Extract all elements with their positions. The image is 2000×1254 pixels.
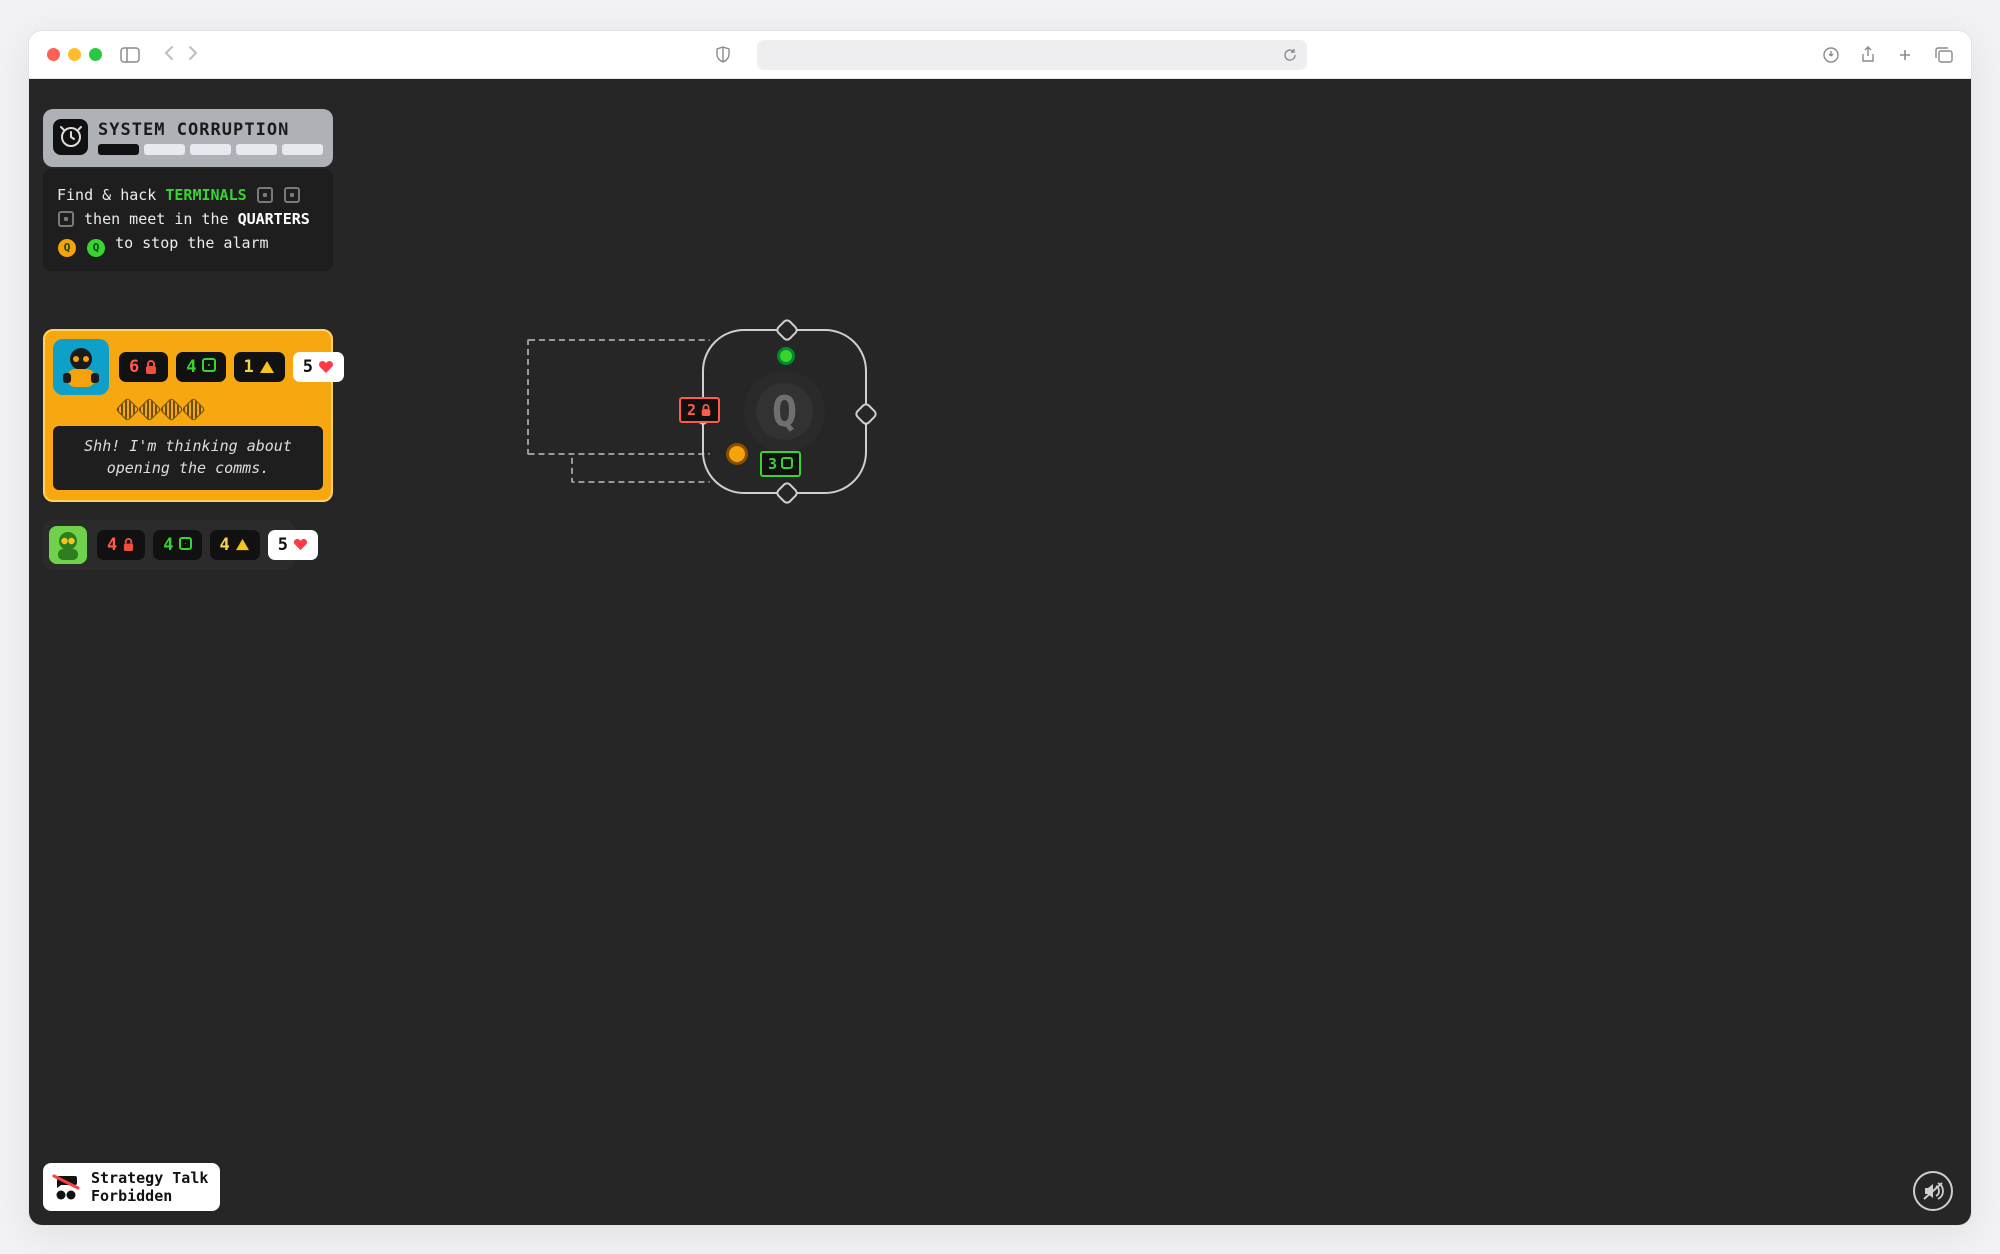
back-button[interactable] [164,45,174,65]
corruption-seg [190,144,231,155]
cpu-icon [58,211,74,227]
speech-bubble: Shh! I'm thinking about opening the comm… [53,426,323,490]
player-marker-green[interactable] [777,347,795,365]
shield-icon[interactable] [715,46,731,64]
strategy-forbidden-icon [51,1172,81,1202]
strategy-talk-chip[interactable]: Strategy Talk Forbidden [43,1163,220,1211]
cpu-icon [781,455,793,473]
stat-lock: 4 [97,530,145,560]
cpu-icon [257,187,273,203]
warning-icon [235,538,250,551]
sidebar-toggle-icon[interactable] [120,47,140,63]
corruption-seg [282,144,323,155]
stat-lock: 6 [119,352,168,382]
forward-button[interactable] [188,45,198,65]
avatar [49,526,87,564]
lock-icon [122,537,135,552]
player-marker-orange[interactable] [726,443,748,465]
url-bar[interactable] [757,40,1307,70]
avatar [53,339,109,395]
mission-post: to stop the alarm [115,234,269,252]
players-panel: 6 4 1 5 Shh! I'm thinking about opening … [43,329,333,570]
strategy-line1: Strategy Talk [91,1169,208,1187]
corruption-seg [98,144,139,155]
card-slot [181,397,205,421]
maximize-window-icon[interactable] [89,48,102,61]
lock-icon [144,359,158,375]
stat-hp: 5 [293,352,344,382]
nav-arrows [164,45,198,65]
system-corruption-card: SYSTEM CORRUPTION [43,109,333,167]
close-window-icon[interactable] [47,48,60,61]
stat-risk: 4 [210,530,260,560]
lock-icon [700,403,712,417]
mission-text: Find & hack TERMINALS then meet in the Q… [43,169,333,271]
card-slot [115,397,139,421]
mission-keyword-quarters: QUARTERS [238,210,310,228]
hud-panel: SYSTEM CORRUPTION Find & hack TERMINALS [43,109,333,271]
room-connector [774,480,799,505]
card-slot [137,397,161,421]
tabs-overview-icon[interactable] [1935,46,1953,64]
door-lock-tag[interactable]: 2 [679,397,720,423]
door-cpu-tag[interactable]: 3 [760,451,801,477]
corruption-seg [236,144,277,155]
browser-window: SYSTEM CORRUPTION Find & hack TERMINALS [28,30,1972,1226]
room-connector [853,401,878,426]
stat-cpu: 4 [176,352,225,382]
corruption-seg [144,144,185,155]
quarters-token-green: Q [87,239,105,257]
downloads-icon[interactable] [1823,46,1839,64]
window-controls[interactable] [47,48,102,61]
door-cpu-value: 3 [768,455,777,473]
mission-mid: then meet in the [84,210,238,228]
speaker-muted-icon [1922,1181,1944,1201]
room-connector [774,317,799,342]
player-stats: 4 4 4 5 [97,530,318,560]
reload-icon[interactable] [1283,48,1297,62]
mission-keyword-terminals: TERMINALS [165,186,246,204]
cpu-icon [284,187,300,203]
browser-toolbar [29,31,1971,79]
new-tab-icon[interactable] [1897,46,1913,64]
heart-icon [293,538,308,551]
strategy-line2: Forbidden [91,1187,208,1205]
card-slots [119,401,323,418]
player-stats: 6 4 1 5 [119,352,344,382]
corruption-meter [98,144,323,155]
quarters-token-orange: Q [58,239,76,257]
player-card-active[interactable]: 6 4 1 5 Shh! I'm thinking about opening … [43,329,333,502]
room-label: Q [744,371,825,452]
corruption-timer-icon [53,119,88,155]
game-viewport: SYSTEM CORRUPTION Find & hack TERMINALS [29,79,1971,1225]
player-card-other[interactable]: 4 4 4 5 [43,520,295,570]
stat-cpu: 4 [153,530,201,560]
share-icon[interactable] [1861,46,1875,64]
stat-risk: 1 [234,352,285,382]
heart-icon [318,360,334,374]
mission-pre: Find & hack [57,186,165,204]
unexplored-region [571,453,710,483]
door-lock-value: 2 [687,401,696,419]
sound-toggle[interactable] [1913,1171,1953,1211]
stat-hp: 5 [268,530,318,560]
card-slot [159,397,183,421]
minimize-window-icon[interactable] [68,48,81,61]
warning-icon [259,360,275,374]
cpu-icon [179,535,192,555]
cpu-icon [202,357,216,377]
system-title: SYSTEM CORRUPTION [98,120,323,140]
